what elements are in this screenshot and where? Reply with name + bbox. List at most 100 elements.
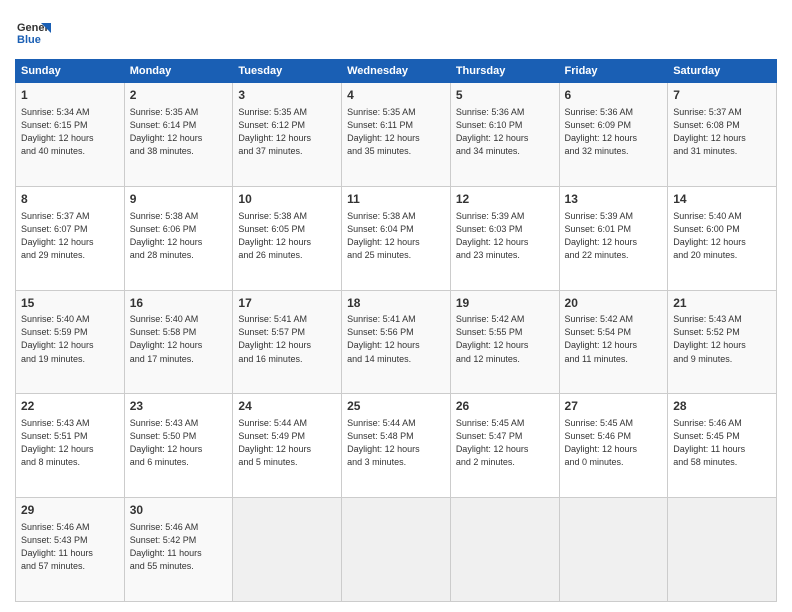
weekday-header-monday: Monday xyxy=(124,60,233,83)
calendar-cell: 11 Sunrise: 5:38 AM Sunset: 6:04 PM Dayli… xyxy=(342,186,451,290)
day-info: Sunrise: 5:46 AM Sunset: 5:42 PM Dayligh… xyxy=(130,521,228,573)
calendar-cell: 21Sunrise: 5:43 AM Sunset: 5:52 PM Dayli… xyxy=(668,290,777,394)
day-info: Sunrise: 5:35 AM Sunset: 6:14 PM Dayligh… xyxy=(130,106,228,158)
day-number: 11 xyxy=(347,191,445,208)
day-info: Sunrise: 5:40 AM Sunset: 5:59 PM Dayligh… xyxy=(21,313,119,365)
day-info: Sunrise: 5:40 AM Sunset: 5:58 PM Dayligh… xyxy=(130,313,228,365)
day-number: 14 xyxy=(673,191,771,208)
logo-icon: General Blue xyxy=(15,15,51,51)
day-info: Sunrise: 5:38 AM Sunset: 6:06 PM Dayligh… xyxy=(130,210,228,262)
day-number: 7 xyxy=(673,87,771,104)
calendar-cell: 5 Sunrise: 5:36 AM Sunset: 6:10 PM Daylig… xyxy=(450,83,559,187)
day-number: 26 xyxy=(456,398,554,415)
calendar-cell: 27Sunrise: 5:45 AM Sunset: 5:46 PM Dayli… xyxy=(559,394,668,498)
day-number: 25 xyxy=(347,398,445,415)
calendar-cell: 3 Sunrise: 5:35 AM Sunset: 6:12 PM Daylig… xyxy=(233,83,342,187)
day-info: Sunrise: 5:39 AM Sunset: 6:03 PM Dayligh… xyxy=(456,210,554,262)
day-info: Sunrise: 5:35 AM Sunset: 6:11 PM Dayligh… xyxy=(347,106,445,158)
weekday-header-sunday: Sunday xyxy=(16,60,125,83)
calendar-cell: 12 Sunrise: 5:39 AM Sunset: 6:03 PM Dayli… xyxy=(450,186,559,290)
calendar-cell xyxy=(233,498,342,602)
calendar-cell: 29 Sunrise: 5:46 AM Sunset: 5:43 PM Dayli… xyxy=(16,498,125,602)
day-number: 19 xyxy=(456,295,554,312)
week-row-2: 8 Sunrise: 5:37 AM Sunset: 6:07 PM Daylig… xyxy=(16,186,777,290)
weekday-header-friday: Friday xyxy=(559,60,668,83)
weekday-header-wednesday: Wednesday xyxy=(342,60,451,83)
day-number: 30 xyxy=(130,502,228,519)
day-info: Sunrise: 5:37 AM Sunset: 6:07 PM Dayligh… xyxy=(21,210,119,262)
calendar-cell: 24Sunrise: 5:44 AM Sunset: 5:49 PM Dayli… xyxy=(233,394,342,498)
day-info: Sunrise: 5:39 AM Sunset: 6:01 PM Dayligh… xyxy=(565,210,663,262)
day-number: 16 xyxy=(130,295,228,312)
day-number: 17 xyxy=(238,295,336,312)
day-number: 1 xyxy=(21,87,119,104)
calendar-cell: 7 Sunrise: 5:37 AM Sunset: 6:08 PM Daylig… xyxy=(668,83,777,187)
page: General Blue SundayMondayTuesdayWednesda… xyxy=(0,0,792,612)
day-info: Sunrise: 5:45 AM Sunset: 5:46 PM Dayligh… xyxy=(565,417,663,469)
weekday-header-thursday: Thursday xyxy=(450,60,559,83)
calendar-cell: 8 Sunrise: 5:37 AM Sunset: 6:07 PM Daylig… xyxy=(16,186,125,290)
day-info: Sunrise: 5:42 AM Sunset: 5:55 PM Dayligh… xyxy=(456,313,554,365)
calendar: SundayMondayTuesdayWednesdayThursdayFrid… xyxy=(15,59,777,602)
calendar-cell: 20Sunrise: 5:42 AM Sunset: 5:54 PM Dayli… xyxy=(559,290,668,394)
day-number: 5 xyxy=(456,87,554,104)
day-number: 18 xyxy=(347,295,445,312)
calendar-cell: 10 Sunrise: 5:38 AM Sunset: 6:05 PM Dayli… xyxy=(233,186,342,290)
day-info: Sunrise: 5:46 AM Sunset: 5:45 PM Dayligh… xyxy=(673,417,771,469)
calendar-cell: 16Sunrise: 5:40 AM Sunset: 5:58 PM Dayli… xyxy=(124,290,233,394)
weekday-header-tuesday: Tuesday xyxy=(233,60,342,83)
day-number: 10 xyxy=(238,191,336,208)
calendar-cell: 4 Sunrise: 5:35 AM Sunset: 6:11 PM Daylig… xyxy=(342,83,451,187)
calendar-cell xyxy=(342,498,451,602)
week-row-5: 29 Sunrise: 5:46 AM Sunset: 5:43 PM Dayli… xyxy=(16,498,777,602)
calendar-cell xyxy=(450,498,559,602)
day-info: Sunrise: 5:41 AM Sunset: 5:56 PM Dayligh… xyxy=(347,313,445,365)
day-info: Sunrise: 5:37 AM Sunset: 6:08 PM Dayligh… xyxy=(673,106,771,158)
day-info: Sunrise: 5:44 AM Sunset: 5:48 PM Dayligh… xyxy=(347,417,445,469)
calendar-cell: 14 Sunrise: 5:40 AM Sunset: 6:00 PM Dayli… xyxy=(668,186,777,290)
calendar-cell: 25 Sunrise: 5:44 AM Sunset: 5:48 PM Dayli… xyxy=(342,394,451,498)
day-number: 3 xyxy=(238,87,336,104)
calendar-cell: 9 Sunrise: 5:38 AM Sunset: 6:06 PM Daylig… xyxy=(124,186,233,290)
day-info: Sunrise: 5:35 AM Sunset: 6:12 PM Dayligh… xyxy=(238,106,336,158)
svg-text:Blue: Blue xyxy=(17,34,41,46)
calendar-cell: 2Sunrise: 5:35 AM Sunset: 6:14 PM Daylig… xyxy=(124,83,233,187)
calendar-cell: 1Sunrise: 5:34 AM Sunset: 6:15 PM Daylig… xyxy=(16,83,125,187)
day-info: Sunrise: 5:43 AM Sunset: 5:51 PM Dayligh… xyxy=(21,417,119,469)
day-info: Sunrise: 5:36 AM Sunset: 6:10 PM Dayligh… xyxy=(456,106,554,158)
day-info: Sunrise: 5:36 AM Sunset: 6:09 PM Dayligh… xyxy=(565,106,663,158)
week-row-1: 1Sunrise: 5:34 AM Sunset: 6:15 PM Daylig… xyxy=(16,83,777,187)
day-number: 23 xyxy=(130,398,228,415)
day-number: 13 xyxy=(565,191,663,208)
calendar-cell xyxy=(559,498,668,602)
day-number: 9 xyxy=(130,191,228,208)
calendar-cell: 19Sunrise: 5:42 AM Sunset: 5:55 PM Dayli… xyxy=(450,290,559,394)
day-number: 29 xyxy=(21,502,119,519)
day-number: 28 xyxy=(673,398,771,415)
calendar-cell: 6 Sunrise: 5:36 AM Sunset: 6:09 PM Daylig… xyxy=(559,83,668,187)
calendar-cell: 26Sunrise: 5:45 AM Sunset: 5:47 PM Dayli… xyxy=(450,394,559,498)
day-info: Sunrise: 5:46 AM Sunset: 5:43 PM Dayligh… xyxy=(21,521,119,573)
header: General Blue xyxy=(15,15,777,51)
calendar-cell xyxy=(668,498,777,602)
weekday-header-saturday: Saturday xyxy=(668,60,777,83)
logo: General Blue xyxy=(15,15,51,51)
calendar-cell: 15Sunrise: 5:40 AM Sunset: 5:59 PM Dayli… xyxy=(16,290,125,394)
day-info: Sunrise: 5:43 AM Sunset: 5:52 PM Dayligh… xyxy=(673,313,771,365)
day-number: 4 xyxy=(347,87,445,104)
calendar-cell: 28 Sunrise: 5:46 AM Sunset: 5:45 PM Dayli… xyxy=(668,394,777,498)
day-number: 6 xyxy=(565,87,663,104)
day-number: 8 xyxy=(21,191,119,208)
day-number: 20 xyxy=(565,295,663,312)
day-number: 12 xyxy=(456,191,554,208)
calendar-cell: 13 Sunrise: 5:39 AM Sunset: 6:01 PM Dayli… xyxy=(559,186,668,290)
day-info: Sunrise: 5:38 AM Sunset: 6:04 PM Dayligh… xyxy=(347,210,445,262)
week-row-3: 15Sunrise: 5:40 AM Sunset: 5:59 PM Dayli… xyxy=(16,290,777,394)
calendar-cell: 30 Sunrise: 5:46 AM Sunset: 5:42 PM Dayli… xyxy=(124,498,233,602)
day-info: Sunrise: 5:40 AM Sunset: 6:00 PM Dayligh… xyxy=(673,210,771,262)
day-number: 24 xyxy=(238,398,336,415)
calendar-cell: 22Sunrise: 5:43 AM Sunset: 5:51 PM Dayli… xyxy=(16,394,125,498)
day-info: Sunrise: 5:38 AM Sunset: 6:05 PM Dayligh… xyxy=(238,210,336,262)
day-number: 21 xyxy=(673,295,771,312)
weekday-header-row: SundayMondayTuesdayWednesdayThursdayFrid… xyxy=(16,60,777,83)
